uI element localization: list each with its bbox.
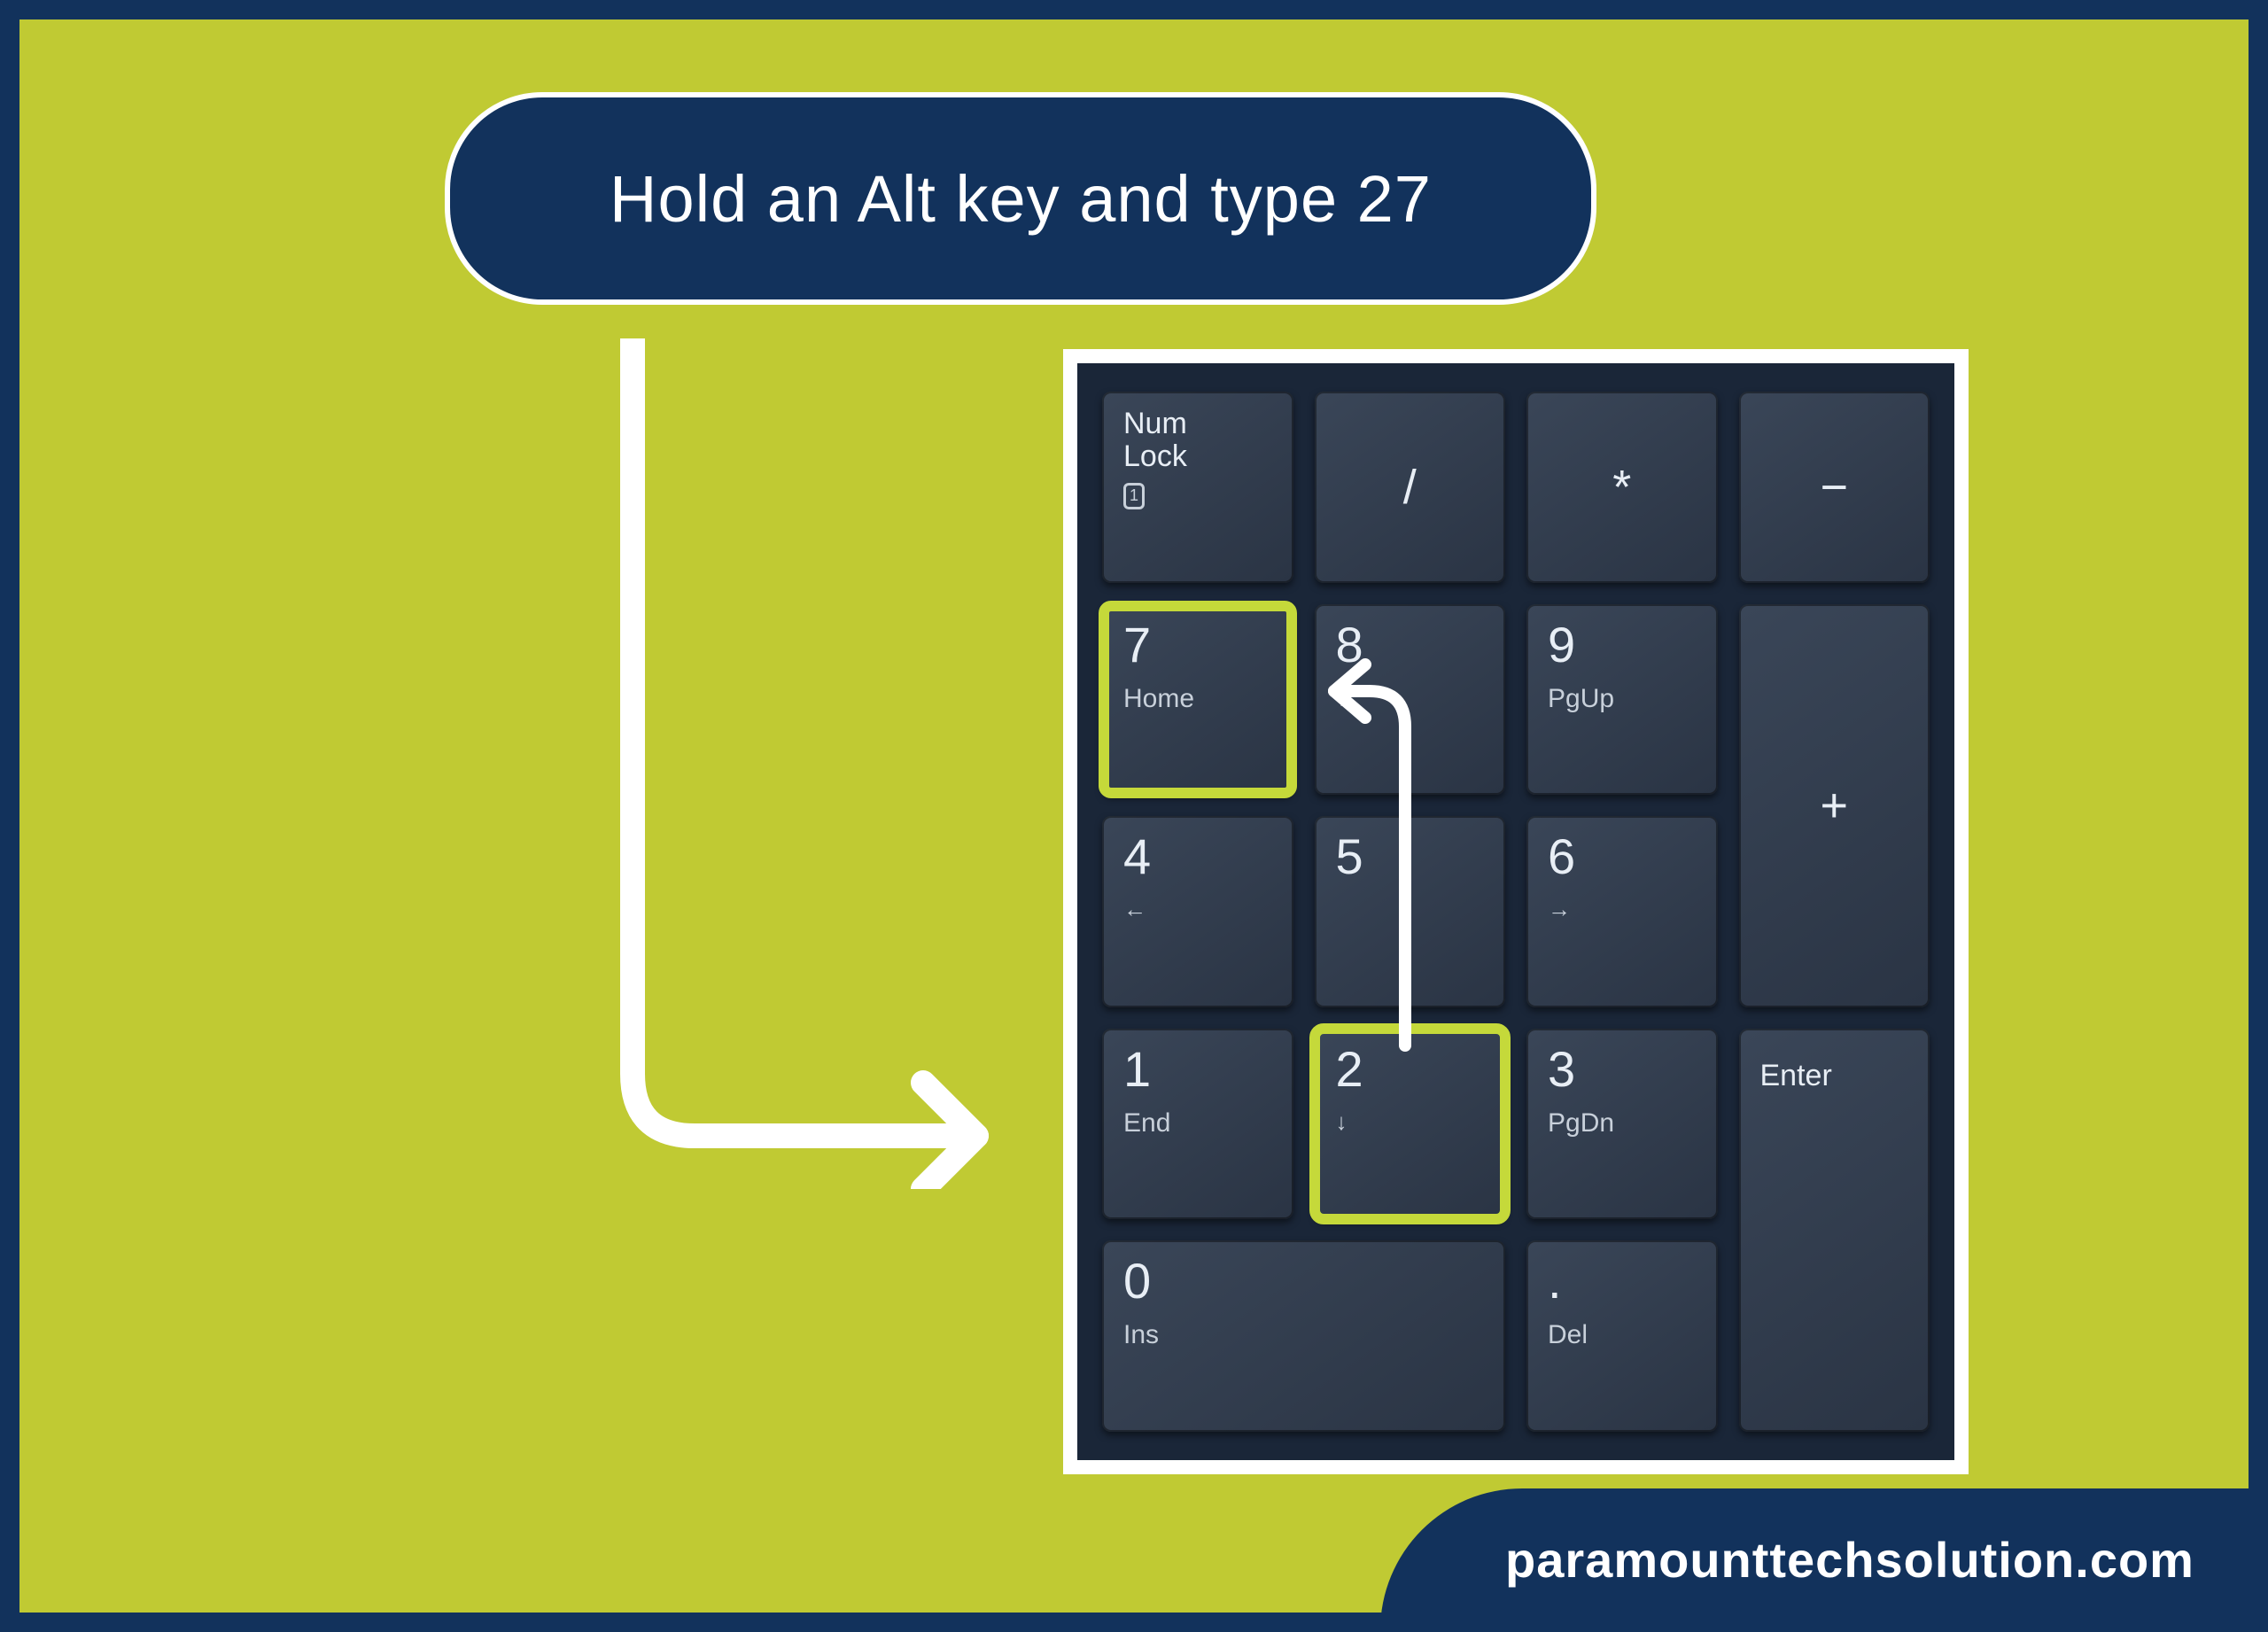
key-sublabel: PgDn <box>1548 1108 1614 1139</box>
key-label: Num Lock <box>1123 408 1187 474</box>
key-sublabel: Home <box>1123 684 1194 714</box>
key-dot[interactable]: . Del <box>1526 1240 1718 1432</box>
key-label: 6 <box>1548 832 1575 882</box>
key-numlock[interactable]: Num Lock 1 <box>1102 392 1293 583</box>
key-4[interactable]: 4 ← <box>1102 816 1293 1007</box>
key-sublabel: ← <box>1123 896 1146 923</box>
key-sublabel: ↓ <box>1336 1108 1348 1136</box>
key-sublabel: Ins <box>1123 1320 1159 1350</box>
numpad-container: Num Lock 1 / * − 7 Home 8 ↑ 9 PgUp + 4 ← <box>1063 349 1969 1474</box>
key-3[interactable]: 3 PgDn <box>1526 1029 1718 1220</box>
key-divide[interactable]: / <box>1315 392 1506 583</box>
key-sublabel: Del <box>1548 1320 1588 1350</box>
key-label: + <box>1820 781 1848 829</box>
key-6[interactable]: 6 → <box>1526 816 1718 1007</box>
key-label: Enter <box>1760 1061 1832 1091</box>
footer-url: paramounttechsolution.com <box>1505 1531 2194 1589</box>
numpad: Num Lock 1 / * − 7 Home 8 ↑ 9 PgUp + 4 ← <box>1077 363 1954 1460</box>
sequence-arrow-icon <box>1317 656 1432 1063</box>
key-label: 3 <box>1548 1045 1575 1094</box>
key-9[interactable]: 9 PgUp <box>1526 604 1718 796</box>
key-minus[interactable]: − <box>1739 392 1930 583</box>
key-label: . <box>1548 1256 1562 1306</box>
key-label: 7 <box>1123 620 1151 670</box>
key-multiply[interactable]: * <box>1526 392 1718 583</box>
key-label: 9 <box>1548 620 1575 670</box>
connector-arrow-main <box>604 338 1047 1189</box>
instruction-text: Hold an Alt key and type 27 <box>610 161 1432 237</box>
key-label: * <box>1612 463 1631 511</box>
numlock-indicator-icon: 1 <box>1123 483 1145 509</box>
key-0[interactable]: 0 Ins <box>1102 1240 1505 1432</box>
diagram-frame: Hold an Alt key and type 27 Num Lock 1 /… <box>0 0 2268 1632</box>
key-7[interactable]: 7 Home <box>1102 604 1293 796</box>
key-label: 0 <box>1123 1256 1151 1306</box>
key-label: − <box>1820 463 1848 511</box>
key-sublabel: PgUp <box>1548 684 1614 714</box>
key-1[interactable]: 1 End <box>1102 1029 1293 1220</box>
key-plus[interactable]: + <box>1739 604 1930 1007</box>
key-label: 1 <box>1123 1045 1151 1094</box>
key-label: 4 <box>1123 832 1151 882</box>
key-enter[interactable]: Enter <box>1739 1029 1930 1432</box>
key-label: / <box>1403 463 1417 511</box>
instruction-bubble: Hold an Alt key and type 27 <box>445 92 1596 305</box>
key-sublabel: End <box>1123 1108 1170 1139</box>
footer-tab: paramounttechsolution.com <box>1380 1488 2266 1630</box>
key-sublabel: → <box>1548 896 1571 923</box>
